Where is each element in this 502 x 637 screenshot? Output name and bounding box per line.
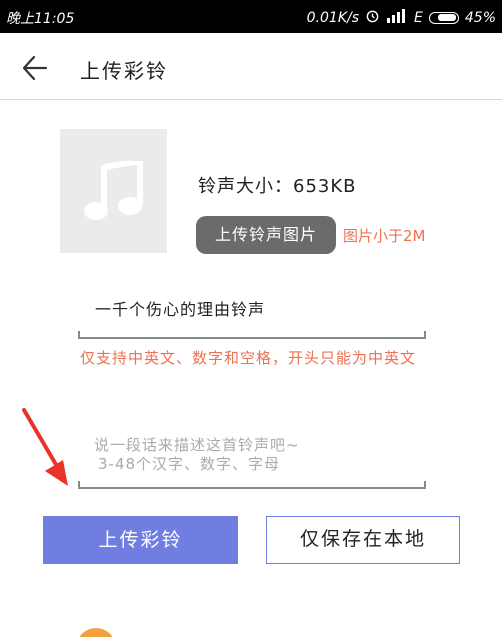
- status-indicators: 0.01K/s E 45%: [307, 8, 496, 27]
- description-placeholder-line1: 说一段话来描述这首铃声吧~: [94, 436, 300, 454]
- music-note-icon: [84, 161, 143, 220]
- image-size-hint: 图片小于2M: [343, 227, 426, 245]
- page-title: 上传彩铃: [80, 59, 168, 83]
- ringtone-size-label: 铃声大小：653KB: [198, 176, 357, 197]
- red-arrow-annotation: [22, 408, 68, 486]
- network-type: E: [414, 9, 423, 26]
- ringtone-cover-image[interactable]: [60, 129, 167, 253]
- status-bar: 晚上11:05 0.01K/s E 45%: [0, 0, 502, 33]
- arrow-left-icon: [22, 55, 48, 81]
- description-placeholder-line2: 3-48个汉字、数字、字母: [98, 455, 281, 473]
- avatar: [76, 628, 116, 637]
- save-local-only-button[interactable]: 仅保存在本地: [266, 516, 460, 564]
- signal-icon: [386, 8, 408, 27]
- name-format-hint: 仅支持中英文、数字和空格，开头只能为中英文: [80, 349, 417, 367]
- upload-ringtone-button[interactable]: 上传彩铃: [43, 516, 238, 564]
- battery-icon: [428, 11, 459, 24]
- status-time: 晚上11:05: [6, 11, 75, 27]
- upload-ringtone-image-button[interactable]: 上传铃声图片: [196, 216, 336, 254]
- description-input[interactable]: 说一段话来描述这首铃声吧~ 3-48个汉字、数字、字母: [94, 436, 300, 474]
- back-button[interactable]: [18, 51, 52, 85]
- name-input-underline: [78, 331, 426, 339]
- network-speed: 0.01K/s: [306, 9, 360, 26]
- ringtone-name-input[interactable]: 一千个伤心的理由铃声: [95, 296, 265, 320]
- battery-level: 45%: [464, 9, 496, 26]
- title-bar: 上传彩铃: [0, 33, 502, 100]
- description-input-underline: [78, 481, 426, 489]
- alarm-icon: [365, 8, 380, 27]
